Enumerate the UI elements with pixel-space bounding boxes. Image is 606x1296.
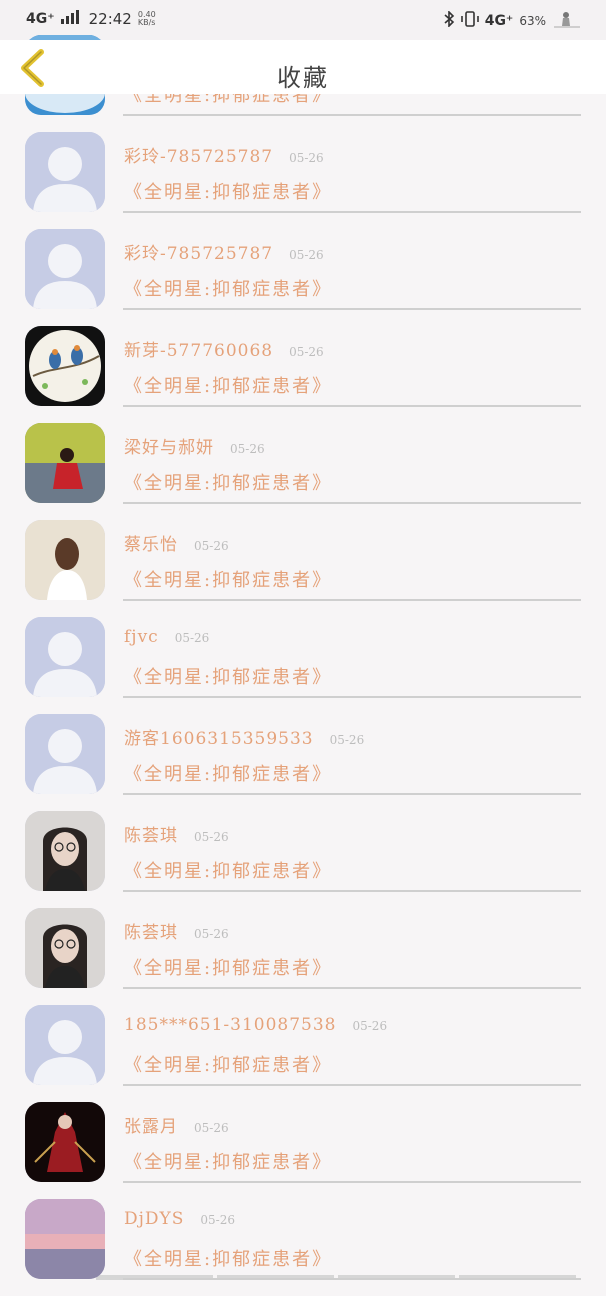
user-name[interactable]: 新芽-577760068 xyxy=(124,336,273,361)
divider xyxy=(123,793,581,795)
post-title-link[interactable]: 《全明星:抑郁症患者》 xyxy=(124,954,332,980)
favorite-item[interactable]: 游客1606315359533 05-26 《全明星:抑郁症患者》 xyxy=(0,714,606,811)
user-name[interactable]: 张露月 xyxy=(124,1112,178,1137)
favorite-item[interactable]: 陈荟琪 05-26 《全明星:抑郁症患者》 xyxy=(0,908,606,1005)
user-name[interactable]: fjvc xyxy=(124,627,159,647)
item-meta: 梁好与郝妍 05-26 xyxy=(124,433,265,458)
post-title-link[interactable]: 《全明星:抑郁症患者》 xyxy=(124,178,332,204)
favorite-item[interactable]: 张露月 05-26 《全明星:抑郁症患者》 xyxy=(0,1102,606,1199)
item-meta: 新芽-577760068 05-26 xyxy=(124,336,324,361)
avatar[interactable] xyxy=(25,132,105,212)
item-meta: 陈荟琪 05-26 xyxy=(124,918,229,943)
favorite-date: 05-26 xyxy=(194,927,229,941)
post-title-link[interactable]: 《全明星:抑郁症患者》 xyxy=(124,1051,332,1077)
user-name[interactable]: 梁好与郝妍 xyxy=(124,433,214,458)
avatar[interactable] xyxy=(25,1102,105,1182)
user-name[interactable]: 彩玲-785725787 xyxy=(124,142,273,167)
favorite-item[interactable]: 新芽-577760068 05-26 《全明星:抑郁症患者》 xyxy=(0,326,606,423)
user-name[interactable]: 185***651-310087538 xyxy=(124,1015,336,1035)
user-name[interactable]: DjDYS xyxy=(124,1209,184,1229)
favorite-date: 05-26 xyxy=(174,631,210,645)
divider xyxy=(123,599,581,601)
item-meta: 陈荟琪 05-26 xyxy=(124,821,229,846)
favorite-date: 05-26 xyxy=(194,830,229,844)
avatar[interactable] xyxy=(25,908,105,988)
favorite-item[interactable]: 185***651-310087538 05-26 《全明星:抑郁症患者》 xyxy=(0,1005,606,1102)
avatar[interactable] xyxy=(25,714,105,794)
item-meta: 彩玲-785725787 05-26 xyxy=(124,142,324,167)
post-title-link[interactable]: 《全明星:抑郁症患者》 xyxy=(124,760,332,786)
divider xyxy=(123,114,581,116)
favorite-item[interactable]: fjvc 05-26 《全明星:抑郁症患者》 xyxy=(0,617,606,714)
avatar[interactable] xyxy=(25,520,105,600)
favorite-date: 05-26 xyxy=(194,1121,229,1135)
post-title-link[interactable]: 《全明星:抑郁症患者》 xyxy=(124,1245,332,1271)
favorite-item[interactable]: 彩玲-785725787 05-26 《全明星:抑郁症患者》 xyxy=(0,132,606,229)
avatar[interactable] xyxy=(25,229,105,309)
divider xyxy=(123,211,581,213)
user-name[interactable]: 彩玲-785725787 xyxy=(124,239,273,264)
post-title-link[interactable]: 《全明星:抑郁症患者》 xyxy=(124,469,332,495)
post-title-link[interactable]: 《全明星:抑郁症患者》 xyxy=(124,372,332,398)
item-meta: fjvc 05-26 xyxy=(124,627,209,647)
divider xyxy=(123,502,581,504)
divider xyxy=(123,1181,581,1183)
avatar[interactable] xyxy=(25,1005,105,1085)
header-bar: 收藏 xyxy=(0,40,606,94)
divider xyxy=(123,308,581,310)
favorite-item[interactable]: 彩玲-785725787 05-26 《全明星:抑郁症患者》 xyxy=(0,229,606,326)
favorite-date: 05-26 xyxy=(230,442,265,456)
item-meta: 游客1606315359533 05-26 xyxy=(124,724,364,749)
avatar[interactable] xyxy=(25,1199,105,1279)
item-meta: 张露月 05-26 xyxy=(124,1112,229,1137)
post-title-link[interactable]: 《全明星:抑郁症患者》 xyxy=(124,566,332,592)
avatar[interactable] xyxy=(25,811,105,891)
item-meta: DjDYS 05-26 xyxy=(124,1209,235,1229)
favorite-item[interactable]: 陈荟琪 05-26 《全明星:抑郁症患者》 xyxy=(0,811,606,908)
divider xyxy=(123,696,581,698)
avatar[interactable] xyxy=(25,326,105,406)
favorites-list: 《全明星:抑郁症患者》 彩玲-785725787 05-26 《全明星:抑郁症患者》彩… xyxy=(0,0,606,1280)
avatar[interactable] xyxy=(25,423,105,503)
divider xyxy=(123,890,581,892)
post-title-link[interactable]: 《全明星:抑郁症患者》 xyxy=(124,663,332,689)
favorite-item[interactable]: 蔡乐怡 05-26 《全明星:抑郁症患者》 xyxy=(0,520,606,617)
favorite-date: 05-26 xyxy=(352,1019,388,1033)
favorite-date: 05-26 xyxy=(194,539,229,553)
avatar[interactable] xyxy=(25,617,105,697)
user-name[interactable]: 陈荟琪 xyxy=(124,821,178,846)
divider xyxy=(123,1084,581,1086)
divider xyxy=(123,405,581,407)
post-title-link[interactable]: 《全明星:抑郁症患者》 xyxy=(124,857,332,883)
post-title-link[interactable]: 《全明星:抑郁症患者》 xyxy=(124,275,332,301)
favorite-date: 05-26 xyxy=(200,1213,235,1227)
favorite-date: 05-26 xyxy=(329,733,365,747)
favorite-item[interactable]: 梁好与郝妍 05-26 《全明星:抑郁症患者》 xyxy=(0,423,606,520)
favorite-date: 05-26 xyxy=(289,248,324,262)
user-name[interactable]: 游客1606315359533 xyxy=(124,724,314,749)
divider xyxy=(123,987,581,989)
favorite-date: 05-26 xyxy=(289,345,324,359)
post-title-link[interactable]: 《全明星:抑郁症患者》 xyxy=(124,1148,332,1174)
item-meta: 蔡乐怡 05-26 xyxy=(124,530,229,555)
user-name[interactable]: 蔡乐怡 xyxy=(124,530,178,555)
item-meta: 185***651-310087538 05-26 xyxy=(124,1015,387,1035)
item-meta: 彩玲-785725787 05-26 xyxy=(124,239,324,264)
page-title: 收藏 xyxy=(277,64,329,92)
favorite-date: 05-26 xyxy=(289,151,324,165)
favorite-item[interactable]: DjDYS 05-26 《全明星:抑郁症患者》 xyxy=(0,1199,606,1296)
user-name[interactable]: 陈荟琪 xyxy=(124,918,178,943)
